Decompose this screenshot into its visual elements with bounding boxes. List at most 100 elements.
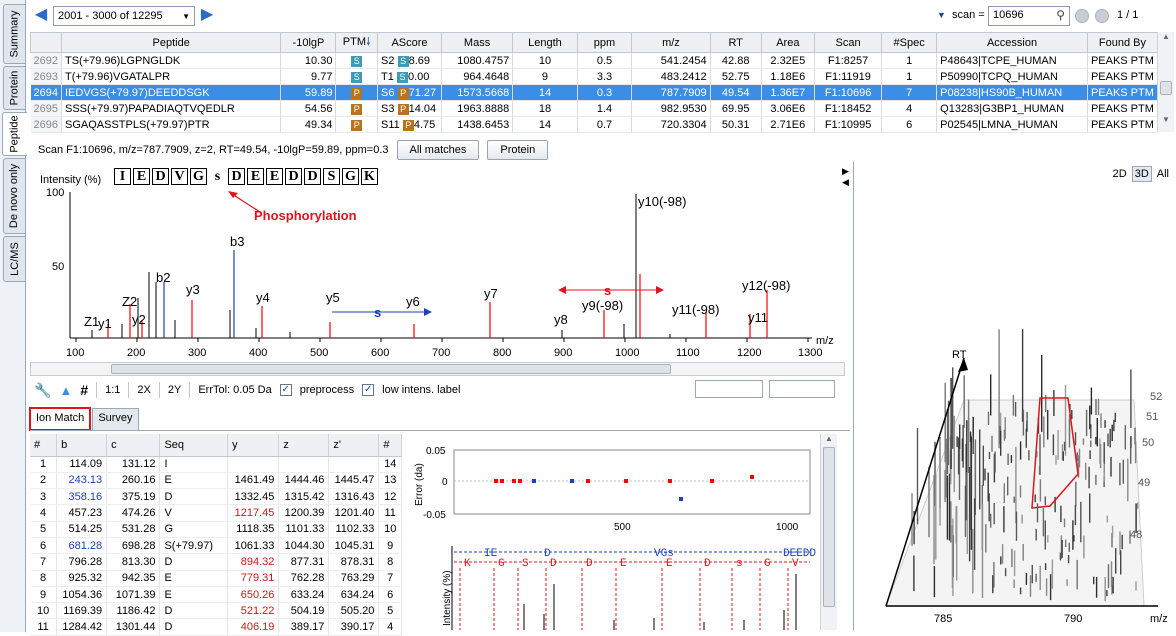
spectrum-horizontal-scrollbar[interactable] <box>30 362 845 376</box>
s-arrowhead <box>424 308 432 316</box>
zoom-2x-button[interactable]: 2X <box>137 384 150 396</box>
prev-page-arrow-icon[interactable]: ◀ <box>33 7 49 23</box>
table-row[interactable]: 2695 SSS(+79.97)PAPADIAQTVQEDLR 54.56 P S3 P… <box>30 100 1159 117</box>
tab-peptide[interactable]: Peptide <box>2 112 27 156</box>
scroll-up-icon[interactable]: ▲ <box>1158 32 1174 41</box>
scroll-up-icon[interactable]: ▲ <box>821 434 837 443</box>
ion-cell: 3 <box>30 488 58 506</box>
scroll-thumb[interactable] <box>1160 81 1172 95</box>
next-page-arrow-icon[interactable]: ▶ <box>199 7 215 23</box>
scan-input[interactable]: 10696 ⚲ <box>988 6 1070 26</box>
table-row[interactable]: 5 514.25 531.28 G 1118.35 1101.33 1102.33 10 <box>30 521 402 538</box>
length-cell: 18 <box>512 100 578 117</box>
table-row[interactable]: 10 1169.39 1186.42 D 521.22 504.19 505.20 5 <box>30 602 402 620</box>
column-header[interactable]: Seq <box>159 434 229 457</box>
y-tick: 0 <box>442 477 448 488</box>
search-prev-button[interactable] <box>1075 9 1089 23</box>
x-tick: 1200 <box>737 347 761 359</box>
tab-lcms[interactable]: LC/MS <box>3 236 25 282</box>
column-header[interactable]: # <box>30 434 58 457</box>
table-row[interactable]: 9 1054.36 1071.39 E 650.26 633.24 634.24 6 <box>30 586 402 604</box>
column-header[interactable]: #Spec <box>881 32 938 53</box>
preprocess-checkbox[interactable]: ✓ <box>279 384 292 396</box>
table-row[interactable]: 7 796.28 813.30 D 894.32 877.31 878.31 8 <box>30 553 402 571</box>
length-cell: 14 <box>512 116 578 133</box>
tab-ion-match[interactable]: Ion Match <box>28 407 92 431</box>
scan-dropdown-icon[interactable]: ▼ <box>937 10 946 20</box>
error-point <box>668 479 672 483</box>
table-row[interactable]: 2694 IEDVGS(+79.97)DEEDDSGK 59.89 P S6 P 71.2… <box>30 84 1159 101</box>
table-row[interactable]: 3 358.16 375.19 D 1332.45 1315.42 1316.43 12 <box>30 488 402 506</box>
column-header[interactable]: Peptide <box>60 32 282 53</box>
column-header[interactable]: y <box>227 434 280 457</box>
zoom-1-1-button[interactable]: 1:1 <box>105 384 120 396</box>
table-row[interactable]: 1 114.09 131.12 I 14 <box>30 456 402 473</box>
range-select[interactable]: 2001 - 3000 of 12295 ▼ <box>53 6 195 26</box>
column-header[interactable]: ppm <box>576 32 633 53</box>
table-row[interactable]: 2692 TS(+79.96)LGPNGLDK 10.30 S S2 S 8.69 1080… <box>30 52 1159 69</box>
rt-tick: 49 <box>1138 477 1150 489</box>
table-row[interactable]: 11 1284.42 1301.44 D 406.19 389.17 390.17 4 <box>30 618 402 636</box>
ptm-badge-icon: S <box>351 55 363 67</box>
table-row[interactable]: 4 457.23 474.26 V 1217.45 1200.39 1201.40 11 <box>30 504 402 522</box>
ion-cell: 6 <box>30 537 58 555</box>
table-row[interactable]: 8 925.32 942.35 E 779.31 762.28 763.29 7 <box>30 570 402 587</box>
tab-de-novo-only[interactable]: De novo only <box>3 158 25 234</box>
column-header[interactable]: AScore <box>377 32 442 53</box>
column-header[interactable]: z <box>278 434 330 457</box>
table-row[interactable]: 2693 T(+79.96)VGATALPR 9.77 S T1 S 0.00 964.46… <box>30 68 1159 85</box>
column-header[interactable]: Accession <box>936 32 1088 53</box>
tab-survey[interactable]: Survey <box>92 408 139 430</box>
scroll-thumb[interactable] <box>111 364 671 374</box>
length-cell: 10 <box>512 52 578 69</box>
error-point <box>570 479 574 483</box>
search-next-button[interactable] <box>1095 9 1109 23</box>
low-intens-checkbox[interactable]: ✓ <box>362 384 375 396</box>
tab-protein[interactable]: Protein <box>3 66 25 110</box>
peak-label: y12(-98) <box>742 278 790 293</box>
x-tick: 1000 <box>776 522 799 533</box>
column-header[interactable]: Mass <box>440 32 514 53</box>
s-label-red: s <box>604 283 611 298</box>
ppm-cell: 0.5 <box>577 52 633 69</box>
column-header[interactable]: c <box>106 434 161 457</box>
toolbar-separator <box>96 382 98 398</box>
column-header[interactable]: z' <box>328 434 380 457</box>
column-header[interactable]: # <box>378 434 402 457</box>
table-row[interactable]: 2696 SGAQASSTPLS(+79.97)PTR 49.34 P S11 P 4.7… <box>30 116 1159 133</box>
spec-count-cell: 1 <box>881 52 938 69</box>
spectrum-icon[interactable]: ▲ <box>59 383 72 398</box>
column-header[interactable]: b <box>56 434 108 457</box>
ion-vertical-scrollbar[interactable]: ▲ <box>820 434 837 630</box>
protein-button[interactable]: Protein <box>487 140 549 160</box>
column-header-ptm[interactable]: PTM🠗 <box>335 32 379 53</box>
zoom-2y-button[interactable]: 2Y <box>168 384 181 396</box>
hash-button[interactable]: # <box>80 382 88 398</box>
toolbar-blank-field <box>695 380 763 398</box>
column-header[interactable]: -10lgP <box>280 32 337 53</box>
column-header[interactable]: Length <box>512 32 578 53</box>
table-vertical-scrollbar[interactable]: ▲ ▼ <box>1157 32 1174 132</box>
column-header[interactable]: m/z <box>631 32 711 53</box>
ion-cell: D <box>159 602 229 620</box>
column-header[interactable]: RT <box>709 32 762 53</box>
ascore-value: 4.75 <box>413 118 436 131</box>
scroll-thumb[interactable] <box>823 447 835 607</box>
table-row[interactable]: 6 681.28 698.28 S(+79.97) 1061.33 1044.30 1045… <box>30 537 402 555</box>
search-icon[interactable]: ⚲ <box>1056 8 1065 22</box>
column-header[interactable]: Area <box>760 32 815 53</box>
table-row[interactable]: 2 243.13 260.16 E 1461.49 1444.46 1445.47 13 <box>30 472 402 490</box>
mz-cell: 483.2412 <box>631 68 711 85</box>
tab-summary[interactable]: Summary <box>3 4 25 64</box>
ptm-cell: P <box>335 84 379 101</box>
panel-collapse-icon[interactable]: ▶ ◀ <box>842 166 849 188</box>
column-header[interactable]: Scan <box>813 32 883 53</box>
ion-cell: 521.22 <box>227 602 280 620</box>
wrench-icon[interactable]: 🔧 <box>34 382 51 399</box>
column-header[interactable]: Found By <box>1086 32 1159 53</box>
ion-cell: 925.32 <box>56 570 108 587</box>
scroll-down-icon[interactable]: ▼ <box>1158 115 1174 124</box>
ion-cell: 8 <box>30 570 58 587</box>
rt-cell: 50.31 <box>710 116 762 133</box>
all-matches-button[interactable]: All matches <box>396 140 480 160</box>
